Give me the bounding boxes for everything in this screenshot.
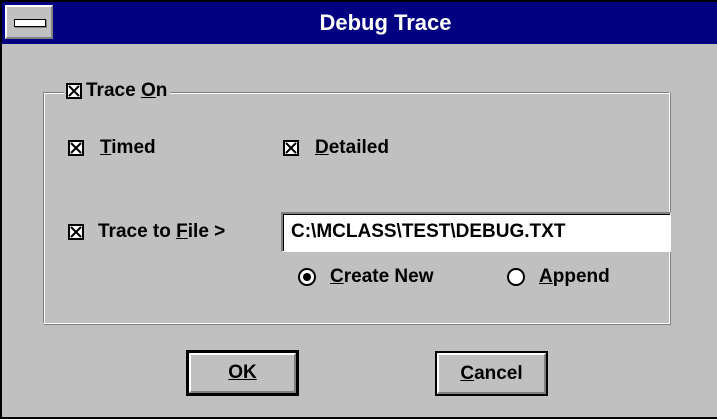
trace-on-checkbox[interactable]: Trace On [64,78,171,104]
checkbox-x-icon [68,140,84,156]
append-radio[interactable]: Append [507,264,610,290]
timed-label: Timed [100,137,156,159]
create-new-radio[interactable]: Create New [298,264,434,290]
trace-to-file-text-pre: Trace to [98,221,177,242]
append-label: Append [539,266,610,288]
detailed-text-rest: etailed [328,137,389,158]
window-title: Debug Trace [319,10,452,35]
trace-on-text-post: n [155,80,168,101]
checkbox-x-icon [66,83,82,99]
file-path-input[interactable]: C:\MCLASS\TEST\DEBUG.TXT [281,212,671,252]
create-new-mnemonic: C [330,266,344,287]
create-new-text-rest: reate New [343,266,434,287]
radio-dot-icon [298,268,316,286]
timed-checkbox[interactable]: Timed [68,135,156,161]
system-menu-icon[interactable] [5,5,53,39]
cancel-button-label: Cancel [460,363,522,385]
title-bar: Debug Trace [2,2,717,44]
radio-empty-icon [507,268,525,286]
ok-button-label: OK [228,362,257,383]
cancel-mnemonic: C [460,362,475,384]
create-new-label: Create New [330,266,434,288]
cancel-text-rest: ancel [474,362,523,384]
checkbox-x-icon [68,224,84,240]
cancel-button[interactable]: Cancel [435,351,548,396]
trace-to-file-mnemonic: F [176,221,188,242]
checkbox-x-icon [283,140,299,156]
radio-selected-dot [303,273,311,281]
trace-on-text-pre: Trace [86,80,141,101]
append-mnemonic: A [539,266,553,287]
detailed-checkbox[interactable]: Detailed [283,135,389,161]
timed-text-rest: imed [111,137,156,158]
trace-on-label: Trace On [86,80,167,102]
system-menu-bar [14,19,46,27]
ok-button[interactable]: OK [186,350,299,396]
trace-on-mnemonic: O [140,80,156,101]
trace-to-file-label: Trace to File > [98,221,225,243]
dialog-window: Debug Trace Trace On Timed Detailed Trac… [0,0,717,419]
trace-to-file-checkbox[interactable]: Trace to File > [68,219,225,245]
trace-to-file-text-post: ile > [187,221,226,242]
detailed-mnemonic: D [315,137,329,158]
append-text-rest: ppend [552,266,610,287]
timed-mnemonic: T [100,137,112,158]
detailed-label: Detailed [315,137,389,159]
